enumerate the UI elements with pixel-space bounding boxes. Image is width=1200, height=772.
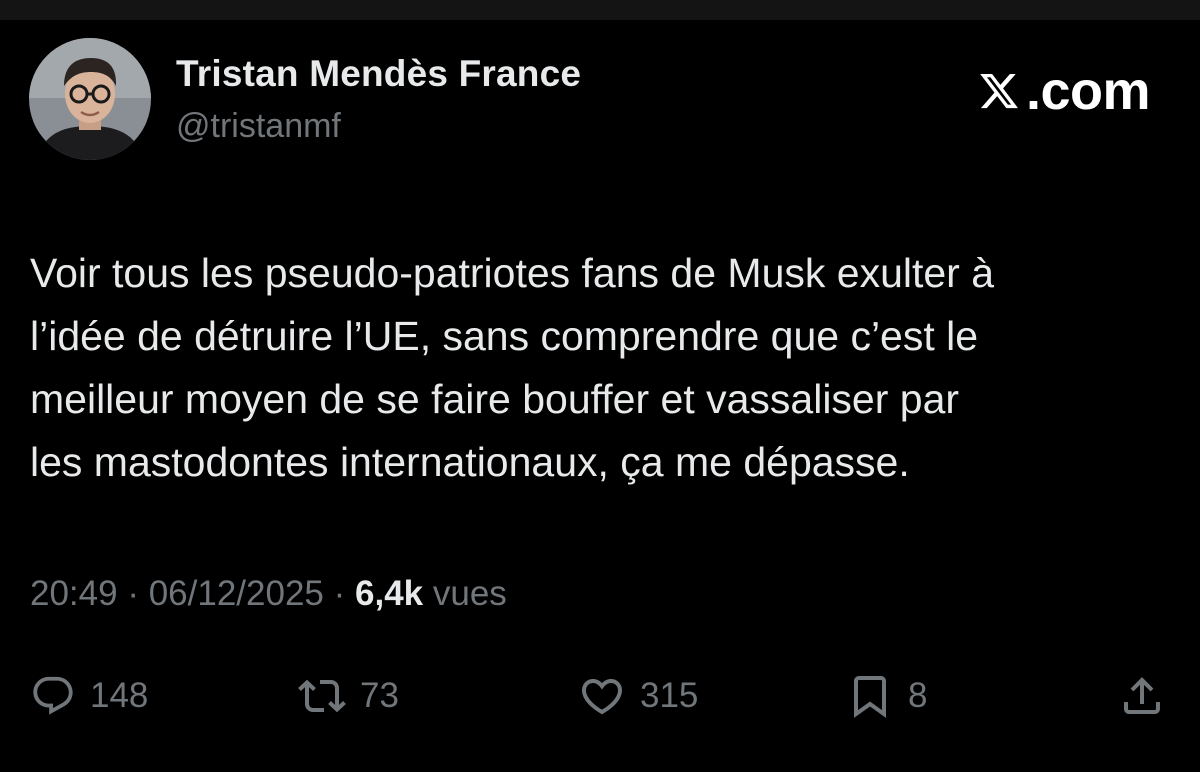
tweet-time[interactable]: 20:49	[30, 574, 118, 613]
brand-logo: .com	[978, 61, 1151, 121]
tweet-text: Voir tous les pseudo-patriotes fans de M…	[30, 250, 995, 485]
repost-button[interactable]: 73	[298, 668, 399, 724]
handle[interactable]: @tristanmf	[176, 107, 341, 146]
meta-separator: ·	[333, 574, 346, 613]
repost-icon	[298, 679, 346, 713]
top-strip	[0, 0, 1200, 20]
reply-count: 148	[90, 676, 149, 715]
bookmark-icon	[854, 676, 886, 718]
brand-text: .com	[1025, 61, 1151, 121]
x-logo-icon	[980, 73, 1018, 109]
avatar-image	[29, 38, 151, 160]
like-count: 315	[640, 676, 699, 715]
reply-icon	[33, 676, 73, 715]
bookmark-count: 8	[908, 676, 928, 715]
share-button[interactable]	[1118, 668, 1166, 724]
reply-button[interactable]: 148	[30, 668, 148, 724]
tweet-date[interactable]: 06/12/2025	[149, 574, 324, 613]
tweet-meta: 20:49 · 06/12/2025 · 6,4k vues	[30, 574, 507, 614]
action-bar: 148 73 315 8	[0, 668, 1200, 724]
bookmark-button[interactable]: 8	[846, 668, 927, 724]
views-label: vues	[432, 574, 507, 613]
heart-icon	[581, 679, 623, 715]
meta-separator: ·	[127, 574, 139, 613]
repost-count: 73	[360, 676, 399, 715]
tweet-card: Tristan Mendès France @tristanmf .com Vo…	[0, 20, 1200, 772]
display-name[interactable]: Tristan Mendès France	[176, 53, 581, 95]
avatar[interactable]	[29, 38, 151, 160]
like-button[interactable]: 315	[578, 668, 698, 724]
views-count: 6,4k	[355, 574, 424, 613]
share-icon	[1124, 677, 1160, 714]
